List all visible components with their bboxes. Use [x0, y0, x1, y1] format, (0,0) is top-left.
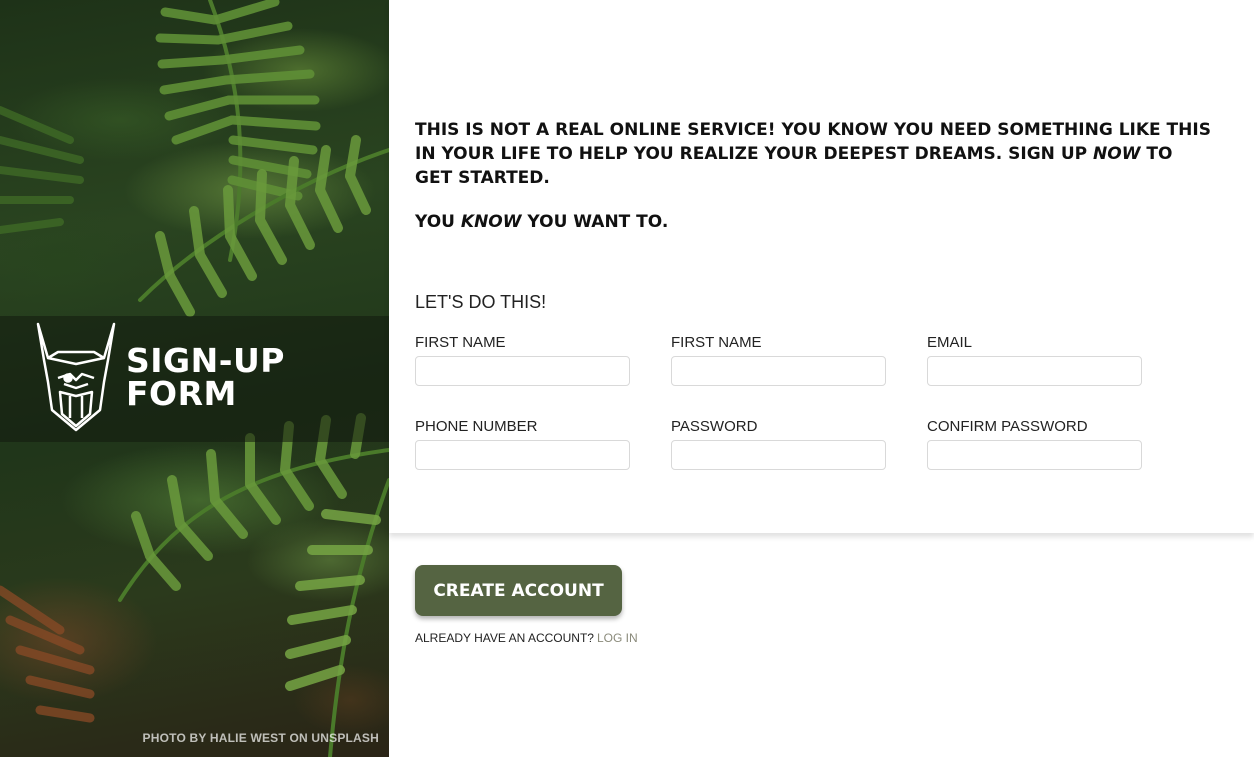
log-in-link[interactable]: LOG IN [597, 631, 638, 645]
intro-p1-text-a: THIS IS NOT A REAL ONLINE SERVICE! YOU K… [415, 120, 1211, 164]
form-upper-section: THIS IS NOT A REAL ONLINE SERVICE! YOU K… [389, 0, 1254, 533]
hero-photo-panel: SIGN-UP FORM PHOTO BY HALIE WEST ON UNSP… [0, 0, 389, 757]
photo-credit: PHOTO BY HALIE WEST ON UNSPLASH [142, 731, 379, 745]
form-heading: LET'S DO THIS! [415, 292, 547, 312]
intro-p2-emphasis: KNOW [460, 212, 522, 232]
intro-paragraph-1: THIS IS NOT A REAL ONLINE SERVICE! YOU K… [415, 118, 1215, 190]
first-name-label-2: FIRST NAME [671, 334, 762, 351]
email-label: EMAIL [927, 334, 973, 351]
password-field: PASSWORD [671, 418, 886, 470]
confirm-password-label: CONFIRM PASSWORD [927, 418, 1088, 435]
email-input[interactable] [927, 356, 1142, 386]
first-name-input[interactable] [415, 356, 630, 386]
confirm-password-input[interactable] [927, 440, 1142, 470]
form-lower-section: CREATE ACCOUNT ALREADY HAVE AN ACCOUNT? L… [389, 533, 1254, 757]
phone-number-field: PHONE NUMBER [415, 418, 630, 470]
login-prompt-text: ALREADY HAVE AN ACCOUNT? [415, 631, 594, 645]
intro-p1-emphasis: NOW [1093, 144, 1141, 164]
viking-helmet-logo-icon [36, 322, 116, 432]
create-account-button[interactable]: CREATE ACCOUNT [415, 565, 622, 616]
password-input[interactable] [671, 440, 886, 470]
intro-paragraph-2: YOU KNOW YOU WANT TO. [415, 210, 1215, 234]
password-label: PASSWORD [671, 418, 758, 435]
brand-title: SIGN-UP FORM [126, 344, 285, 410]
login-prompt: ALREADY HAVE AN ACCOUNT? LOG IN [415, 631, 638, 645]
intro-p2-text-a: YOU [415, 212, 461, 232]
intro-p2-text-b: YOU WANT TO. [521, 212, 669, 232]
first-name-input-2[interactable] [671, 356, 886, 386]
first-name-label: FIRST NAME [415, 334, 506, 351]
email-field: EMAIL [927, 334, 1142, 386]
first-name-field-2: FIRST NAME [671, 334, 886, 386]
phone-number-input[interactable] [415, 440, 630, 470]
brand-title-line1: SIGN-UP [126, 341, 285, 380]
intro-text: THIS IS NOT A REAL ONLINE SERVICE! YOU K… [415, 118, 1215, 254]
brand-title-line2: FORM [126, 374, 237, 413]
confirm-password-field: CONFIRM PASSWORD [927, 418, 1142, 470]
phone-number-label: PHONE NUMBER [415, 418, 538, 435]
first-name-field: FIRST NAME [415, 334, 630, 386]
